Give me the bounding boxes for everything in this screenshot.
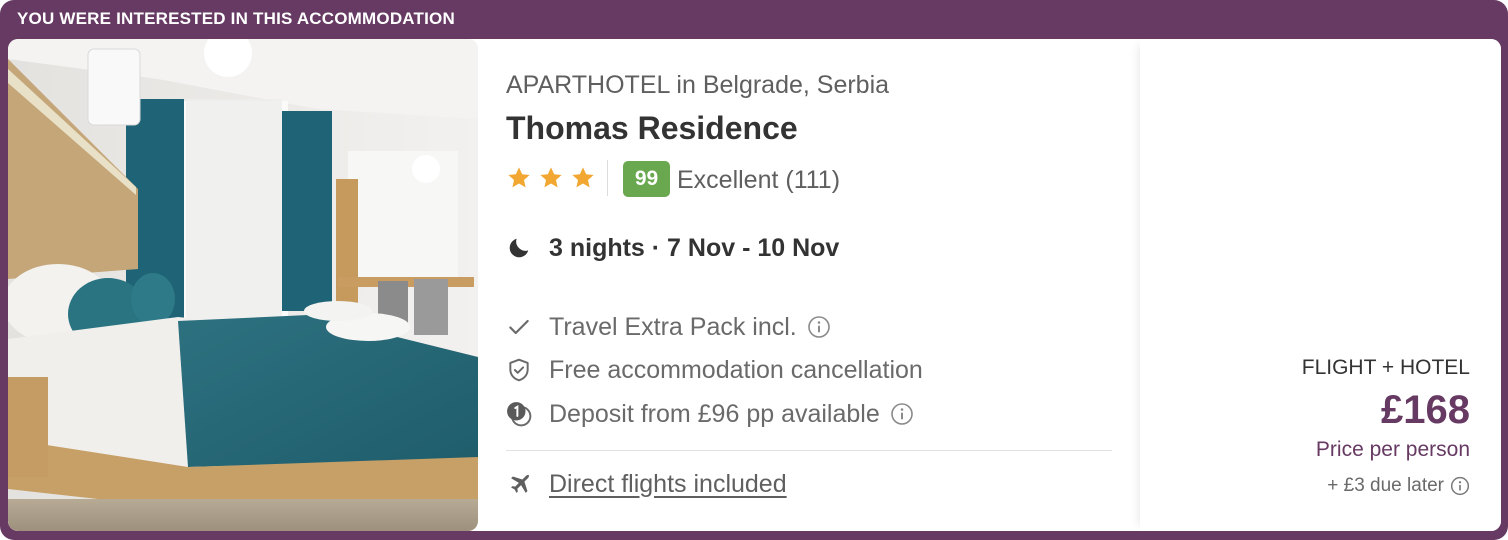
review-rating-text[interactable]: Excellent (111) [677,166,840,195]
hotel-type-location: APARTHOTEL in Belgrade, Serbia [506,71,890,99]
feature-deposit: Deposit from £96 pp available [506,398,914,430]
airplane-icon [511,474,530,493]
divider [506,450,1112,451]
card-body: APARTHOTEL in Belgrade, Serbia Thomas Re… [8,39,1501,531]
feature-text: Deposit from £96 pp available [549,399,880,428]
hotel-room-image [8,39,478,531]
stay-dates-text: 3 nights · 7 Nov - 10 Nov [549,233,840,262]
feature-free-cancellation: Free accommodation cancellation [506,354,923,386]
star-icon [508,167,530,188]
hotel-name[interactable]: Thomas Residence [506,110,798,147]
star-rating [506,165,596,191]
hotel-info: APARTHOTEL in Belgrade, Serbia Thomas Re… [506,39,1118,531]
flights-row: Direct flights included [506,468,787,500]
info-icon[interactable] [807,315,831,339]
feature-text: Travel Extra Pack incl. [549,312,797,341]
accommodation-card[interactable]: YOU WERE INTERESTED IN THIS ACCOMMODATIO… [0,0,1508,540]
rating-divider [607,160,608,196]
shield-check-icon [509,358,529,382]
info-icon[interactable] [890,402,914,426]
due-later-row: + £3 due later [1327,475,1470,497]
info-icon[interactable] [1450,476,1470,496]
check-icon [509,319,529,335]
price-amount[interactable]: £168 [1381,388,1470,433]
star-icon [540,167,562,188]
review-score-badge: 99 [623,161,670,197]
moon-icon [509,238,529,258]
stay-dates: 3 nights · 7 Nov - 10 Nov [506,232,839,264]
package-type: FLIGHT + HOTEL [1301,356,1470,379]
feature-travel-extra-pack: Travel Extra Pack incl. [506,311,831,343]
hotel-photo[interactable] [8,39,478,531]
price-panel: FLIGHT + HOTEL £168 Price per person + £… [1140,39,1501,531]
deposit-coins-icon [507,402,532,427]
due-later-text: + £3 due later [1327,475,1444,496]
price-per-person-label: Price per person [1315,438,1470,461]
direct-flights-link[interactable]: Direct flights included [549,470,787,499]
interest-banner: YOU WERE INTERESTED IN THIS ACCOMMODATIO… [17,9,455,28]
star-icon [572,167,594,188]
feature-text: Free accommodation cancellation [549,355,923,384]
